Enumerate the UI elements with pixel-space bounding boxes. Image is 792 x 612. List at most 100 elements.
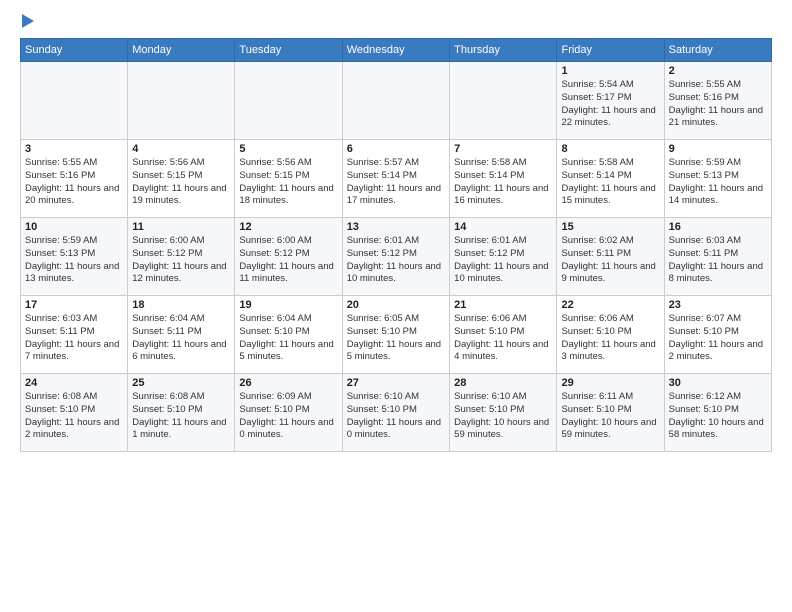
calendar-cell: [128, 62, 235, 140]
day-number: 11: [132, 221, 230, 233]
day-number: 1: [561, 65, 659, 77]
calendar-cell: 15 Sunrise: 6:02 AMSunset: 5:11 PMDayligh…: [557, 218, 664, 296]
logo-triangle-icon: [22, 14, 34, 28]
header-day: Monday: [128, 39, 235, 62]
day-info: Sunrise: 6:05 AMSunset: 5:10 PMDaylight:…: [347, 313, 445, 364]
day-number: 27: [347, 377, 445, 389]
day-number: 10: [25, 221, 123, 233]
calendar-cell: 2 Sunrise: 5:55 AMSunset: 5:16 PMDaylight…: [664, 62, 771, 140]
day-number: 15: [561, 221, 659, 233]
calendar-week: 1 Sunrise: 5:54 AMSunset: 5:17 PMDaylight…: [21, 62, 772, 140]
day-number: 4: [132, 143, 230, 155]
calendar-cell: 11 Sunrise: 6:00 AMSunset: 5:12 PMDayligh…: [128, 218, 235, 296]
day-info: Sunrise: 5:56 AMSunset: 5:15 PMDaylight:…: [239, 157, 337, 208]
calendar-cell: 7 Sunrise: 5:58 AMSunset: 5:14 PMDaylight…: [450, 140, 557, 218]
calendar-cell: 3Sunrise: 5:55 AMSunset: 5:16 PMDaylight…: [21, 140, 128, 218]
day-info: Sunrise: 6:04 AMSunset: 5:11 PMDaylight:…: [132, 313, 230, 364]
header-day: Saturday: [664, 39, 771, 62]
day-info: Sunrise: 6:01 AMSunset: 5:12 PMDaylight:…: [347, 235, 445, 286]
day-info: Sunrise: 5:59 AMSunset: 5:13 PMDaylight:…: [669, 157, 767, 208]
day-number: 24: [25, 377, 123, 389]
day-info: Sunrise: 6:12 AMSunset: 5:10 PMDaylight:…: [669, 391, 767, 442]
calendar-cell: 23 Sunrise: 6:07 AMSunset: 5:10 PMDayligh…: [664, 296, 771, 374]
day-number: 19: [239, 299, 337, 311]
day-info: Sunrise: 6:11 AMSunset: 5:10 PMDaylight:…: [561, 391, 659, 442]
day-number: 14: [454, 221, 552, 233]
day-number: 26: [239, 377, 337, 389]
day-number: 29: [561, 377, 659, 389]
day-info: Sunrise: 6:01 AMSunset: 5:12 PMDaylight:…: [454, 235, 552, 286]
day-info: Sunrise: 5:58 AMSunset: 5:14 PMDaylight:…: [561, 157, 659, 208]
calendar-week: 17 Sunrise: 6:03 AMSunset: 5:11 PMDayligh…: [21, 296, 772, 374]
calendar-cell: 19Sunrise: 6:04 AMSunset: 5:10 PMDayligh…: [235, 296, 342, 374]
calendar-body: 1 Sunrise: 5:54 AMSunset: 5:17 PMDaylight…: [21, 62, 772, 452]
calendar-cell: 1 Sunrise: 5:54 AMSunset: 5:17 PMDaylight…: [557, 62, 664, 140]
header-row: SundayMondayTuesdayWednesdayThursdayFrid…: [21, 39, 772, 62]
header-day: Friday: [557, 39, 664, 62]
calendar-cell: 4Sunrise: 5:56 AMSunset: 5:15 PMDaylight…: [128, 140, 235, 218]
day-number: 8: [561, 143, 659, 155]
day-number: 7: [454, 143, 552, 155]
day-info: Sunrise: 6:07 AMSunset: 5:10 PMDaylight:…: [669, 313, 767, 364]
day-number: 23: [669, 299, 767, 311]
calendar-cell: 29 Sunrise: 6:11 AMSunset: 5:10 PMDayligh…: [557, 374, 664, 452]
calendar-cell: 22 Sunrise: 6:06 AMSunset: 5:10 PMDayligh…: [557, 296, 664, 374]
day-number: 25: [132, 377, 230, 389]
day-number: 12: [239, 221, 337, 233]
calendar-cell: 13 Sunrise: 6:01 AMSunset: 5:12 PMDayligh…: [342, 218, 449, 296]
header-day: Sunday: [21, 39, 128, 62]
calendar-cell: 26 Sunrise: 6:09 AMSunset: 5:10 PMDayligh…: [235, 374, 342, 452]
calendar: SundayMondayTuesdayWednesdayThursdayFrid…: [20, 38, 772, 452]
day-info: Sunrise: 6:03 AMSunset: 5:11 PMDaylight:…: [669, 235, 767, 286]
day-info: Sunrise: 6:00 AMSunset: 5:12 PMDaylight:…: [132, 235, 230, 286]
day-info: Sunrise: 5:55 AMSunset: 5:16 PMDaylight:…: [669, 79, 767, 130]
day-info: Sunrise: 6:09 AMSunset: 5:10 PMDaylight:…: [239, 391, 337, 442]
calendar-week: 3Sunrise: 5:55 AMSunset: 5:16 PMDaylight…: [21, 140, 772, 218]
day-number: 18: [132, 299, 230, 311]
day-number: 30: [669, 377, 767, 389]
day-number: 6: [347, 143, 445, 155]
calendar-week: 24Sunrise: 6:08 AMSunset: 5:10 PMDayligh…: [21, 374, 772, 452]
day-number: 22: [561, 299, 659, 311]
calendar-cell: [235, 62, 342, 140]
day-info: Sunrise: 6:03 AMSunset: 5:11 PMDaylight:…: [25, 313, 123, 364]
day-number: 17: [25, 299, 123, 311]
day-number: 2: [669, 65, 767, 77]
calendar-cell: 9 Sunrise: 5:59 AMSunset: 5:13 PMDaylight…: [664, 140, 771, 218]
day-info: Sunrise: 6:10 AMSunset: 5:10 PMDaylight:…: [347, 391, 445, 442]
calendar-cell: 17 Sunrise: 6:03 AMSunset: 5:11 PMDayligh…: [21, 296, 128, 374]
day-info: Sunrise: 5:57 AMSunset: 5:14 PMDaylight:…: [347, 157, 445, 208]
day-number: 13: [347, 221, 445, 233]
day-info: Sunrise: 6:10 AMSunset: 5:10 PMDaylight:…: [454, 391, 552, 442]
page: SundayMondayTuesdayWednesdayThursdayFrid…: [0, 0, 792, 462]
logo: [20, 16, 34, 28]
calendar-cell: [450, 62, 557, 140]
day-info: Sunrise: 5:54 AMSunset: 5:17 PMDaylight:…: [561, 79, 659, 130]
day-number: 5: [239, 143, 337, 155]
day-number: 3: [25, 143, 123, 155]
header-day: Tuesday: [235, 39, 342, 62]
calendar-week: 10Sunrise: 5:59 AMSunset: 5:13 PMDayligh…: [21, 218, 772, 296]
calendar-cell: 18 Sunrise: 6:04 AMSunset: 5:11 PMDayligh…: [128, 296, 235, 374]
calendar-cell: 20Sunrise: 6:05 AMSunset: 5:10 PMDayligh…: [342, 296, 449, 374]
calendar-cell: 5 Sunrise: 5:56 AMSunset: 5:15 PMDaylight…: [235, 140, 342, 218]
day-info: Sunrise: 6:06 AMSunset: 5:10 PMDaylight:…: [454, 313, 552, 364]
day-info: Sunrise: 6:06 AMSunset: 5:10 PMDaylight:…: [561, 313, 659, 364]
calendar-header: SundayMondayTuesdayWednesdayThursdayFrid…: [21, 39, 772, 62]
day-number: 28: [454, 377, 552, 389]
calendar-cell: 27 Sunrise: 6:10 AMSunset: 5:10 PMDayligh…: [342, 374, 449, 452]
day-number: 9: [669, 143, 767, 155]
calendar-cell: 12 Sunrise: 6:00 AMSunset: 5:12 PMDayligh…: [235, 218, 342, 296]
day-info: Sunrise: 5:58 AMSunset: 5:14 PMDaylight:…: [454, 157, 552, 208]
day-info: Sunrise: 6:00 AMSunset: 5:12 PMDaylight:…: [239, 235, 337, 286]
calendar-cell: [342, 62, 449, 140]
header: [20, 16, 772, 28]
calendar-cell: 16Sunrise: 6:03 AMSunset: 5:11 PMDayligh…: [664, 218, 771, 296]
calendar-cell: 24Sunrise: 6:08 AMSunset: 5:10 PMDayligh…: [21, 374, 128, 452]
day-info: Sunrise: 6:02 AMSunset: 5:11 PMDaylight:…: [561, 235, 659, 286]
calendar-cell: 30 Sunrise: 6:12 AMSunset: 5:10 PMDayligh…: [664, 374, 771, 452]
calendar-cell: 14 Sunrise: 6:01 AMSunset: 5:12 PMDayligh…: [450, 218, 557, 296]
calendar-cell: 6 Sunrise: 5:57 AMSunset: 5:14 PMDaylight…: [342, 140, 449, 218]
calendar-cell: 25Sunrise: 6:08 AMSunset: 5:10 PMDayligh…: [128, 374, 235, 452]
calendar-cell: 10Sunrise: 5:59 AMSunset: 5:13 PMDayligh…: [21, 218, 128, 296]
